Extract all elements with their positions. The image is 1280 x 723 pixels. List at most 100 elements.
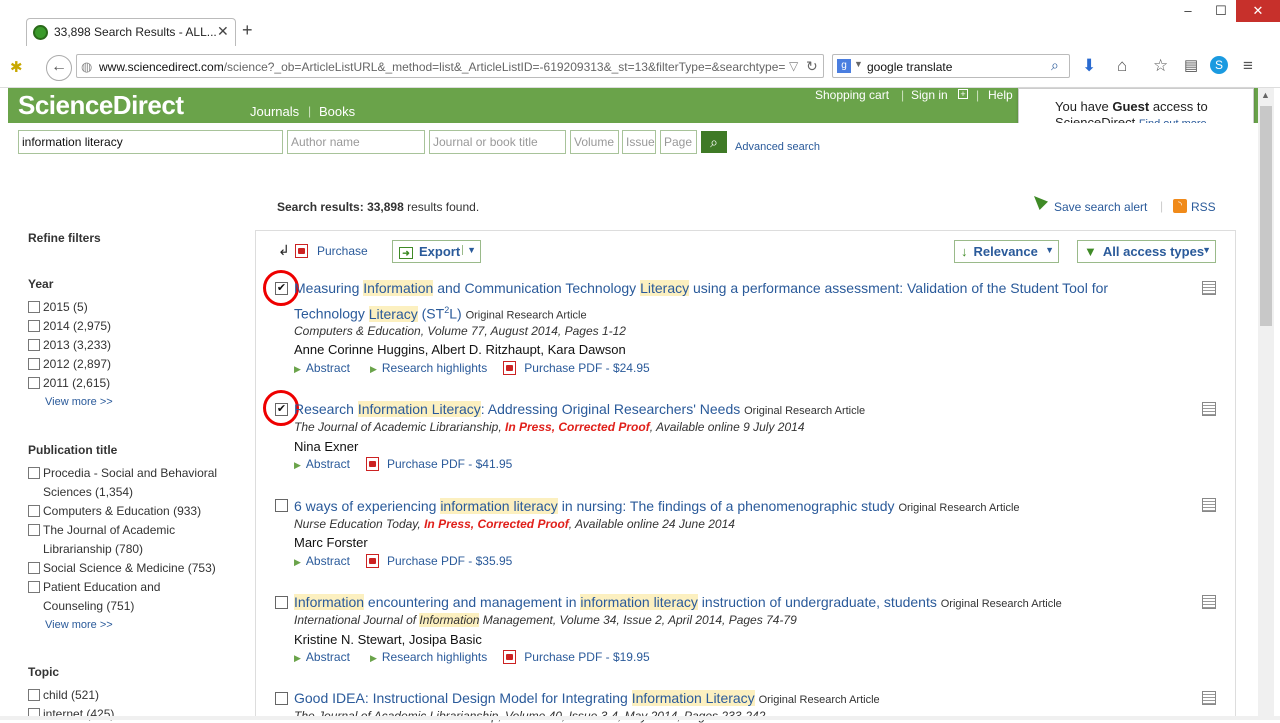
url-dropdown-icon[interactable]: ▽ <box>789 59 798 73</box>
year-filter-item[interactable]: 2011 (2,615) <box>28 376 110 390</box>
publication-view-more-link[interactable]: View more >> <box>45 619 113 631</box>
checkbox[interactable] <box>28 377 40 389</box>
close-tab-icon[interactable]: ✕ <box>217 23 229 40</box>
chevron-down-icon[interactable]: ▼ <box>854 59 863 69</box>
close-window-icon[interactable]: ✕ <box>1236 0 1280 22</box>
preview-icon[interactable] <box>1202 281 1216 295</box>
scroll-up-icon[interactable]: ▲ <box>1261 90 1270 100</box>
sciencedirect-logo[interactable]: ScienceDirect <box>18 90 184 121</box>
url-bar[interactable]: ◍ www.sciencedirect.com/science?_ob=Arti… <box>76 54 824 78</box>
in-press-label: In Press, Corrected Proof <box>424 517 569 531</box>
browser-search-bar[interactable]: g ▼ google translate ⌕ <box>832 54 1070 78</box>
browser-tab[interactable]: 33,898 Search Results - ALL... ✕ <box>26 18 236 46</box>
year-filter-item[interactable]: 2014 (2,975) <box>28 319 111 333</box>
issue-input[interactable]: Issue <box>622 130 656 154</box>
sidebar-menu-icon[interactable]: ✱ <box>10 58 23 76</box>
checkbox[interactable] <box>28 467 40 479</box>
result-title-link[interactable]: 6 ways of experiencing information liter… <box>294 498 1020 514</box>
preview-icon[interactable] <box>1202 402 1216 416</box>
checkbox[interactable] <box>28 358 40 370</box>
result-title-link[interactable]: Measuring Information and Communication … <box>294 280 1108 296</box>
preview-icon[interactable] <box>1202 595 1216 609</box>
result-checkbox[interactable] <box>275 596 288 609</box>
abstract-link[interactable]: Abstract <box>306 457 350 471</box>
header-divider: | <box>976 88 980 102</box>
checkbox[interactable] <box>28 689 40 701</box>
shopping-cart-link[interactable]: Shopping cart <box>815 88 889 102</box>
result-checkbox[interactable] <box>275 499 288 512</box>
checkbox[interactable] <box>28 562 40 574</box>
abstract-link[interactable]: Abstract <box>306 650 350 664</box>
advanced-search-link[interactable]: Advanced search <box>735 141 820 153</box>
result-title-link[interactable]: Information encountering and management … <box>294 594 1062 610</box>
search-terms-input[interactable]: information literacy <box>18 130 283 154</box>
nav-books[interactable]: Books <box>319 104 355 119</box>
result-checkbox[interactable] <box>275 692 288 705</box>
purchase-pdf-link[interactable]: Purchase PDF - $19.95 <box>524 650 649 664</box>
author-input[interactable]: Author name <box>287 130 425 154</box>
result-title-link[interactable]: Good IDEA: Instructional Design Model fo… <box>294 690 880 706</box>
sort-dropdown[interactable]: ↓ Relevance ▼ <box>954 240 1059 263</box>
preview-icon[interactable] <box>1202 691 1216 705</box>
publication-filter-item[interactable]: Computers & Education (933) <box>28 504 201 518</box>
publication-filter-item[interactable]: The Journal of Academic <box>28 523 175 537</box>
year-filter-item[interactable]: 2012 (2,897) <box>28 357 111 371</box>
purchase-pdf-link[interactable]: Purchase PDF - $24.95 <box>524 361 649 375</box>
highlights-link[interactable]: Research highlights <box>382 650 487 664</box>
abstract-link[interactable]: Abstract <box>306 361 350 375</box>
download-icon[interactable]: ⬇ <box>1082 56 1096 76</box>
access-type-dropdown[interactable]: ▼ All access types ▼ <box>1077 240 1216 263</box>
publication-filter-item-cont[interactable]: Sciences (1,354) <box>43 485 133 499</box>
year-filter-item[interactable]: 2015 (5) <box>28 300 88 314</box>
result-title-link-cont[interactable]: Technology Literacy (ST2L) Original Rese… <box>294 305 587 322</box>
help-link[interactable]: Help <box>988 88 1013 102</box>
skype-icon[interactable]: S <box>1210 56 1228 74</box>
result-title-link[interactable]: Research Information Literacy: Addressin… <box>294 401 865 417</box>
publication-filter-item[interactable]: Social Science & Medicine (753) <box>28 561 216 575</box>
reload-icon[interactable]: ↻ <box>806 58 818 75</box>
purchase-pdf-link[interactable]: Purchase PDF - $35.95 <box>387 554 512 568</box>
checkbox[interactable] <box>28 524 40 536</box>
search-query[interactable]: google translate <box>867 60 952 74</box>
nav-journals[interactable]: Journals <box>250 104 299 119</box>
home-icon[interactable]: ⌂ <box>1117 56 1127 76</box>
publication-filter-item[interactable]: Patient Education and <box>28 580 160 594</box>
bookmark-star-icon[interactable]: ☆ <box>1153 56 1168 76</box>
publication-filter-item-cont[interactable]: Librarianship (780) <box>43 542 143 556</box>
maximize-icon[interactable]: ☐ <box>1206 0 1236 22</box>
reading-list-icon[interactable]: ▤ <box>1184 56 1198 74</box>
volume-input[interactable]: Volume <box>570 130 619 154</box>
preview-icon[interactable] <box>1202 498 1216 512</box>
scrollbar-thumb[interactable] <box>1260 106 1272 326</box>
checkbox[interactable] <box>28 320 40 332</box>
export-button[interactable]: ➜ Export ▼ <box>392 240 481 263</box>
minimize-icon[interactable]: – <box>1170 0 1206 22</box>
year-view-more-link[interactable]: View more >> <box>45 396 113 408</box>
journal-input[interactable]: Journal or book title <box>429 130 566 154</box>
highlights-link[interactable]: Research highlights <box>382 361 487 375</box>
abstract-link[interactable]: Abstract <box>306 554 350 568</box>
purchase-link[interactable]: Purchase <box>317 244 368 258</box>
page-scrollbar[interactable]: ▲ <box>1258 88 1274 720</box>
save-search-alert-link[interactable]: Save search alert <box>1054 200 1147 214</box>
publication-filter-item-cont[interactable]: Counseling (751) <box>43 599 134 613</box>
url-text[interactable]: www.sciencedirect.com/science?_ob=Articl… <box>99 60 789 74</box>
new-tab-icon[interactable]: + <box>242 20 253 41</box>
purchase-pdf-link[interactable]: Purchase PDF - $41.95 <box>387 457 512 471</box>
search-submit-button[interactable]: ⌕ <box>701 131 727 153</box>
page-input[interactable]: Page <box>660 130 697 154</box>
topic-filter-item[interactable]: child (521) <box>28 688 99 702</box>
sign-in-link[interactable]: Sign in <box>911 88 948 102</box>
checkbox[interactable] <box>28 339 40 351</box>
back-button-icon[interactable]: ← <box>46 55 72 81</box>
checkbox[interactable] <box>28 581 40 593</box>
year-filter-item[interactable]: 2013 (3,233) <box>28 338 111 352</box>
checkbox[interactable] <box>28 301 40 313</box>
expand-plus-icon[interactable]: + <box>958 89 968 99</box>
menu-icon[interactable]: ≡ <box>1243 56 1253 76</box>
publication-filter-item[interactable]: Procedia - Social and Behavioral <box>28 466 217 480</box>
select-arrow-icon[interactable]: ↲ <box>278 242 290 259</box>
checkbox[interactable] <box>28 505 40 517</box>
search-icon[interactable]: ⌕ <box>1051 57 1059 74</box>
rss-link[interactable]: RSS <box>1191 200 1216 214</box>
